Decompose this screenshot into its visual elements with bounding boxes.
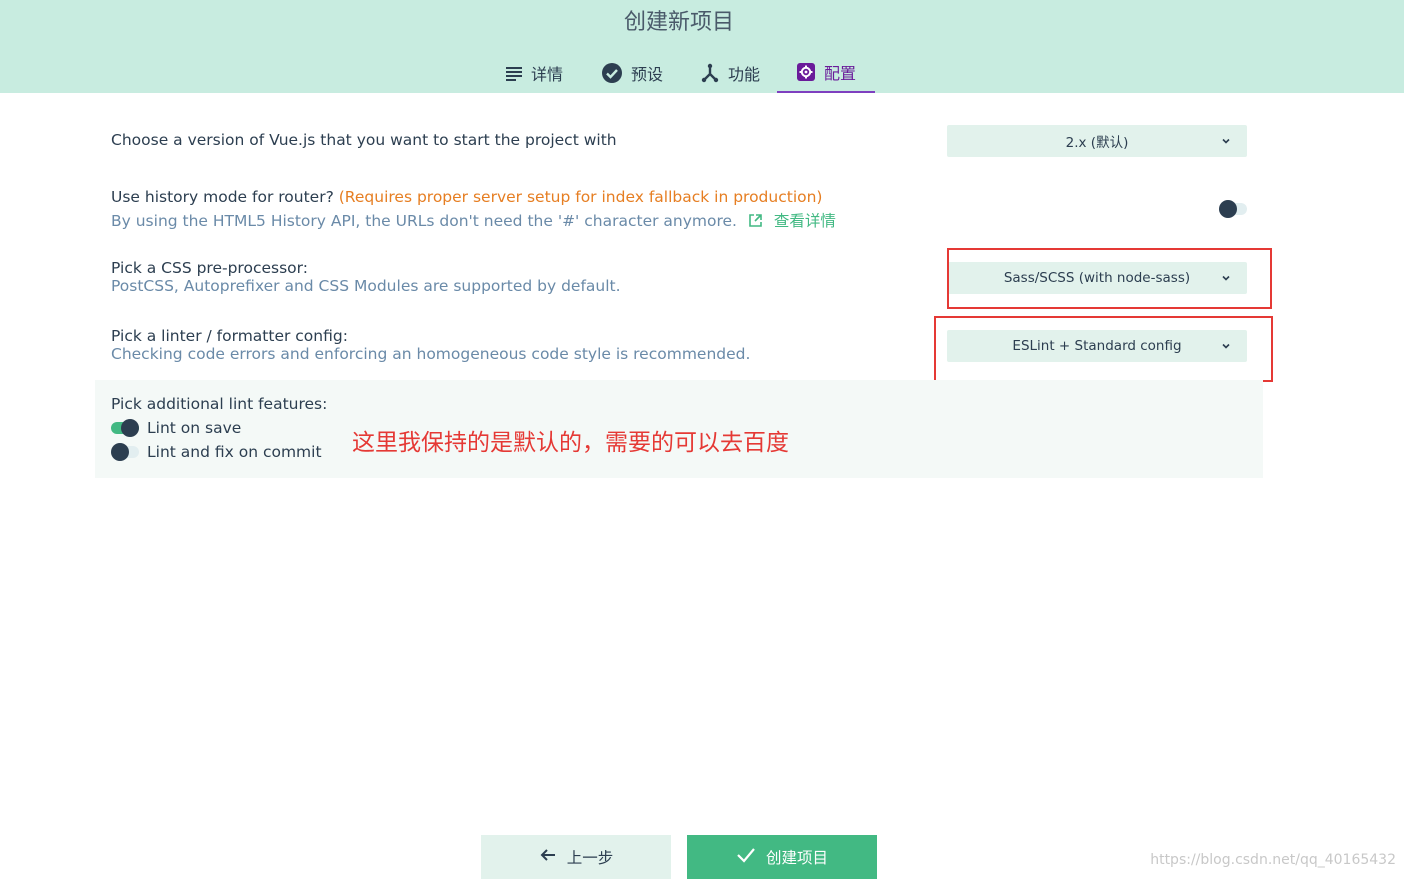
check-circle-icon (601, 62, 623, 84)
linter-description: Checking code errors and enforcing an ho… (111, 345, 751, 363)
vue-version-select[interactable]: 2.x (默认) (947, 125, 1247, 157)
fork-icon (700, 63, 720, 83)
toggle-knob (111, 443, 129, 461)
lint-fix-on-commit-toggle[interactable] (111, 443, 139, 461)
header-bar: 创建新项目 详情 预设 功能 配置 (0, 0, 1404, 93)
page-title: 创建新项目 (623, 10, 734, 35)
lint-feature-lint-on-save[interactable]: Lint on save (111, 418, 241, 438)
vue-version-label: Choose a version of Vue.js that you want… (111, 131, 617, 149)
css-preprocessor-label: Pick a CSS pre-processor: (111, 259, 308, 277)
arrow-left-icon (539, 846, 557, 868)
lint-fix-on-commit-label: Lint and fix on commit (147, 443, 322, 461)
router-history-label: Use history mode for router? (111, 188, 334, 206)
prev-step-label: 上一步 (566, 849, 614, 867)
tab-details[interactable]: 详情 (490, 52, 578, 93)
router-history-label-row: Use history mode for router? (Requires p… (111, 188, 822, 206)
toggle-knob (1219, 200, 1237, 218)
check-icon (736, 846, 756, 868)
lint-features-label: Pick additional lint features: (111, 395, 328, 413)
tab-details-label: 详情 (530, 64, 563, 84)
router-history-more-link[interactable]: 查看详情 (774, 212, 836, 230)
highlight-box-css (947, 248, 1272, 309)
watermark: https://blog.csdn.net/qq_40165432 (1150, 852, 1396, 868)
tab-features[interactable]: 功能 (686, 52, 774, 93)
linter-label: Pick a linter / formatter config: (111, 327, 348, 345)
router-history-toggle[interactable] (1219, 200, 1247, 218)
tab-features-label: 功能 (727, 64, 760, 84)
create-project-button[interactable]: 创建项目 (687, 835, 877, 879)
highlight-box-linter (934, 316, 1273, 382)
tab-config-label: 配置 (823, 63, 856, 83)
lint-on-save-label: Lint on save (147, 419, 242, 437)
router-history-desc-row: By using the HTML5 History API, the URLs… (111, 209, 836, 232)
annotation-note: 这里我保持的是默认的，需要的可以去百度 (352, 430, 789, 456)
tab-config[interactable]: 配置 (777, 52, 875, 93)
create-project-label: 创建项目 (765, 849, 828, 867)
tab-presets[interactable]: 预设 (588, 52, 676, 93)
chevron-down-icon (1222, 138, 1230, 144)
vue-version-value: 2.x (默认) (1065, 135, 1129, 151)
tab-bar: 详情 预设 功能 配置 (0, 52, 1404, 93)
toggle-knob (121, 419, 139, 437)
router-history-description: By using the HTML5 History API, the URLs… (111, 212, 737, 230)
prev-step-button[interactable]: 上一步 (481, 835, 671, 879)
lint-on-save-toggle[interactable] (111, 419, 139, 437)
tab-presets-label: 预设 (630, 64, 663, 84)
css-preprocessor-description: PostCSS, Autoprefixer and CSS Modules ar… (111, 277, 621, 295)
lint-feature-fix-on-commit[interactable]: Lint and fix on commit (111, 442, 322, 462)
gear-icon (796, 62, 816, 82)
router-history-warning: (Requires proper server setup for index … (338, 188, 823, 206)
list-icon (505, 64, 523, 82)
external-link-icon (748, 213, 763, 232)
